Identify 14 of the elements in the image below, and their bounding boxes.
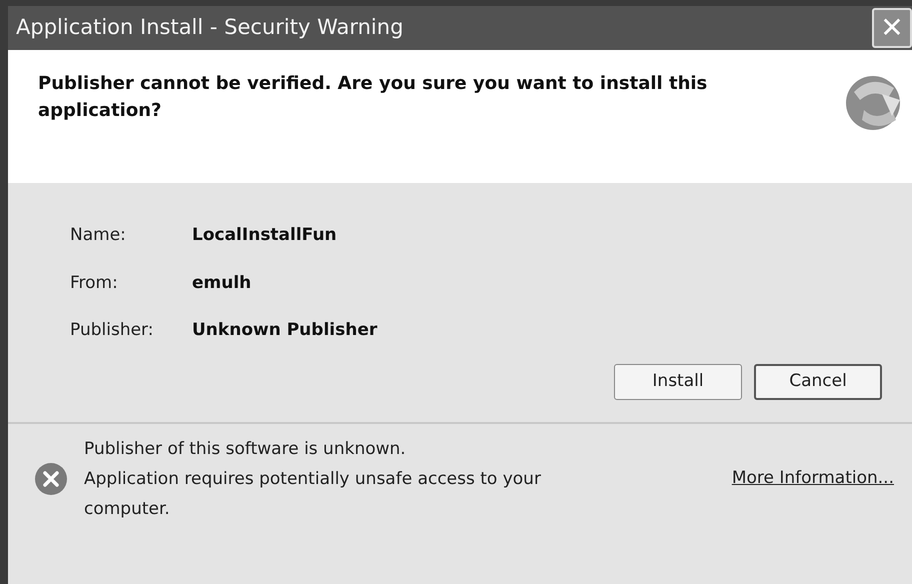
- field-label: Name:: [70, 224, 127, 247]
- dialog-button[interactable]: Cancel: [754, 364, 882, 400]
- window-title: Application Install - Security Warning: [16, 14, 404, 42]
- warning-text: Application requires potentially unsafe access to your computer.: [84, 468, 542, 520]
- field-value: emulh: [192, 272, 252, 294]
- warning-text: Publisher of this software is unknown.: [84, 438, 407, 460]
- field-label: Publisher:: [70, 319, 154, 342]
- field-label: From:: [70, 272, 119, 294]
- field-value: LocalInstallFun: [192, 224, 337, 247]
- more-information-link[interactable]: More Information...: [732, 466, 894, 492]
- install-question: Publisher cannot be verified. Are you sure you want to install this application?: [38, 72, 708, 123]
- field-value: Unknown Publisher: [192, 319, 378, 342]
- dialog-button[interactable]: Install: [614, 364, 742, 400]
- error-icon: [34, 462, 68, 496]
